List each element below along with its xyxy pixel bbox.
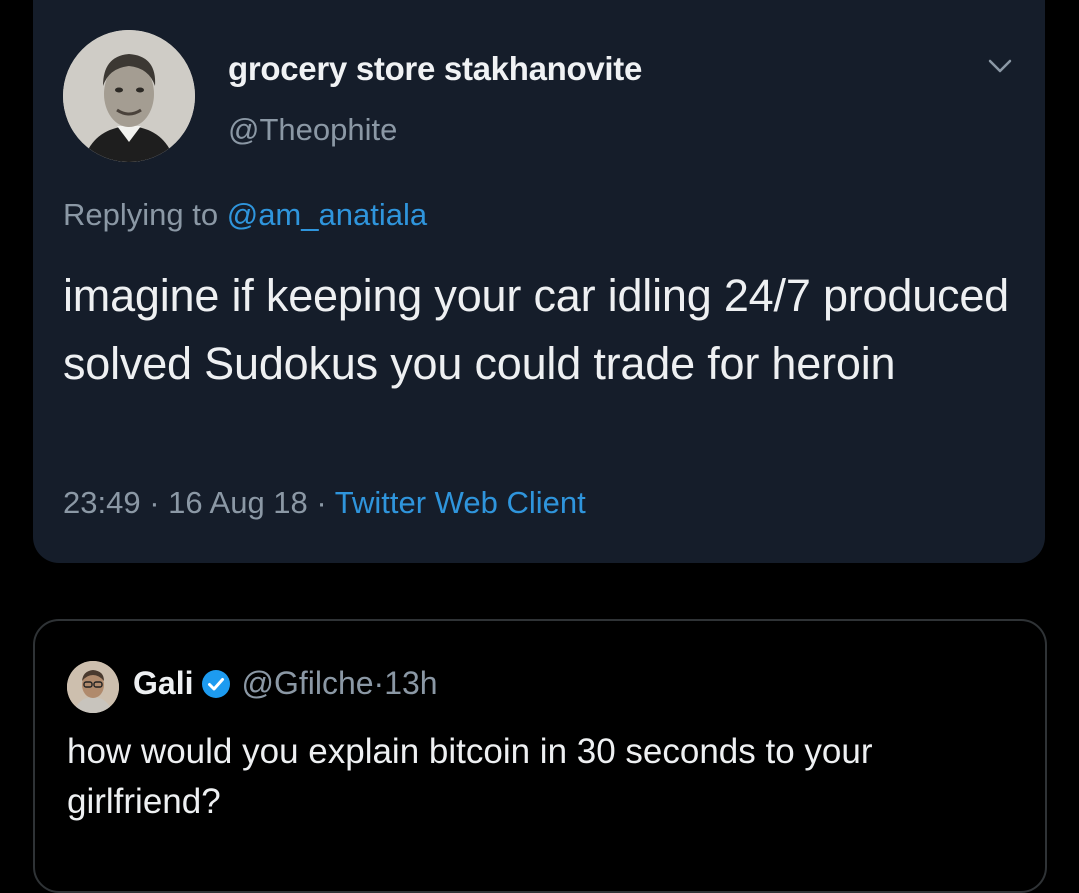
author-avatar[interactable] — [63, 30, 195, 162]
tweet-card[interactable]: grocery store stakhanovite @Theophite Re… — [33, 0, 1045, 563]
tweet-time[interactable]: 23:49 — [63, 485, 141, 520]
quoted-author-avatar[interactable] — [67, 661, 119, 713]
tweet-client-link[interactable]: Twitter Web Client — [335, 485, 586, 520]
quoted-author-name[interactable]: Gali — [133, 665, 193, 702]
quoted-separator: · — [373, 665, 385, 701]
verified-badge-icon — [202, 669, 231, 698]
meta-separator: · — [140, 485, 169, 520]
replying-to-mention[interactable]: @am_anatiala — [227, 197, 427, 232]
quoted-tweet-card[interactable]: Gali @Gfilche · 13h how would you explai… — [33, 619, 1047, 893]
quoted-tweet-text: how would you explain bitcoin in 30 seco… — [67, 732, 873, 821]
quoted-author-handle[interactable]: @Gfilche — [241, 665, 373, 702]
replying-to-label: Replying to — [63, 197, 227, 232]
quoted-avatar-image — [67, 661, 119, 713]
replying-to-line: Replying to @am_anatiala — [63, 197, 427, 233]
tweet-metadata: 23:49 · 16 Aug 18 · Twitter Web Client — [63, 485, 586, 521]
tweet-date[interactable]: 16 Aug 18 — [168, 485, 308, 520]
author-handle[interactable]: @Theophite — [228, 112, 397, 148]
meta-separator: · — [307, 485, 335, 520]
author-display-name[interactable]: grocery store stakhanovite — [228, 50, 642, 88]
quoted-tweet-age[interactable]: 13h — [384, 665, 437, 702]
author-avatar-image — [63, 30, 195, 162]
chevron-down-icon[interactable] — [985, 54, 1015, 78]
tweet-text: imagine if keeping your car idling 24/7 … — [63, 270, 1009, 389]
quoted-tweet-header: Gali @Gfilche · 13h — [133, 665, 438, 702]
